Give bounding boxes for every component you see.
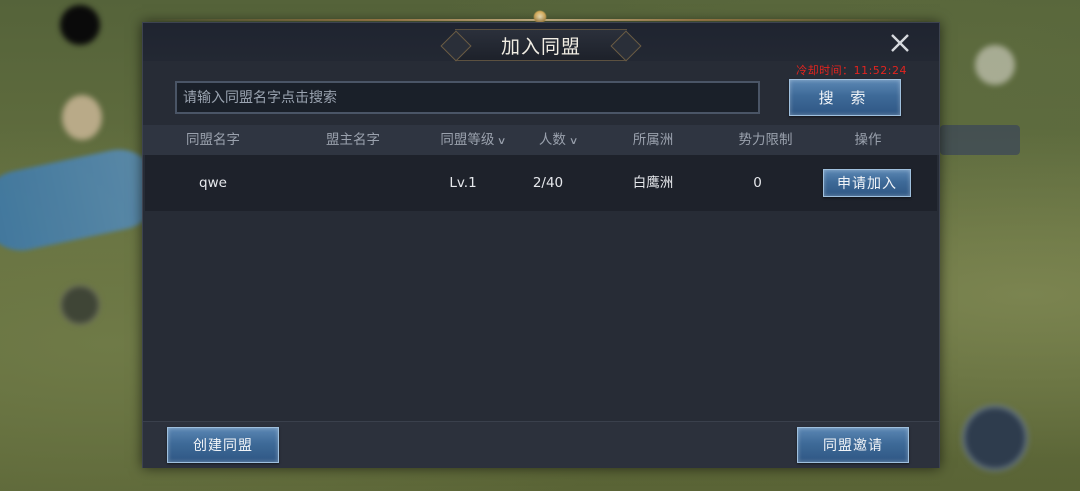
alliance-level: Lv.1 bbox=[449, 175, 477, 191]
header-alliance-name: 同盟名字 bbox=[186, 132, 240, 148]
table-header: 同盟名字 盟主名字 同盟等级 ∨ 人数 ∨ 所属洲 势力限制 操作 bbox=[143, 125, 939, 155]
side-panel-button bbox=[940, 125, 1020, 155]
alliance-name: qwe bbox=[199, 175, 227, 191]
header-member-count[interactable]: 人数 ∨ bbox=[523, 125, 593, 155]
chevron-down-icon: ∨ bbox=[568, 136, 579, 147]
header-action: 操作 bbox=[854, 132, 882, 148]
continent: 白鹰洲 bbox=[632, 175, 674, 191]
header-continent: 所属洲 bbox=[632, 132, 674, 148]
member-count: 2/40 bbox=[532, 175, 564, 191]
map-structure bbox=[975, 45, 1015, 85]
create-alliance-button[interactable]: 创建同盟 bbox=[167, 427, 279, 463]
power-limit: 0 bbox=[753, 175, 762, 191]
player-avatar bbox=[60, 5, 100, 45]
dialog-footer: 创建同盟 同盟邀请 bbox=[143, 421, 939, 468]
header-alliance-level[interactable]: 同盟等级 ∨ bbox=[423, 125, 523, 155]
map-control-button bbox=[60, 285, 100, 325]
join-alliance-dialog: 加入同盟 冷却时间：11:52:24 搜 索 同盟名字 盟主名字 同盟等级∨ 人… bbox=[142, 22, 940, 468]
header-leader-name: 盟主名字 bbox=[326, 132, 380, 148]
cooldown-timer: 冷却时间：11:52:24 bbox=[796, 64, 907, 77]
search-button[interactable]: 搜 索 bbox=[789, 79, 901, 116]
dialog-header: 加入同盟 bbox=[143, 23, 939, 61]
table-row: qwe Lv.1 2/40 白鹰洲 0 申请加入 bbox=[145, 155, 937, 211]
alliance-invite-button[interactable]: 同盟邀请 bbox=[797, 427, 909, 463]
header-power-limit: 势力限制 bbox=[738, 132, 793, 148]
map-action-button bbox=[962, 405, 1028, 471]
alliance-search-input[interactable] bbox=[175, 81, 760, 114]
chevron-down-icon: ∨ bbox=[497, 136, 507, 147]
map-building bbox=[62, 95, 102, 140]
apply-join-button[interactable]: 申请加入 bbox=[823, 169, 911, 197]
dialog-title: 加入同盟 bbox=[500, 36, 581, 58]
leader-name bbox=[303, 155, 403, 211]
close-icon[interactable] bbox=[887, 30, 913, 56]
title-plate: 加入同盟 bbox=[455, 29, 627, 61]
